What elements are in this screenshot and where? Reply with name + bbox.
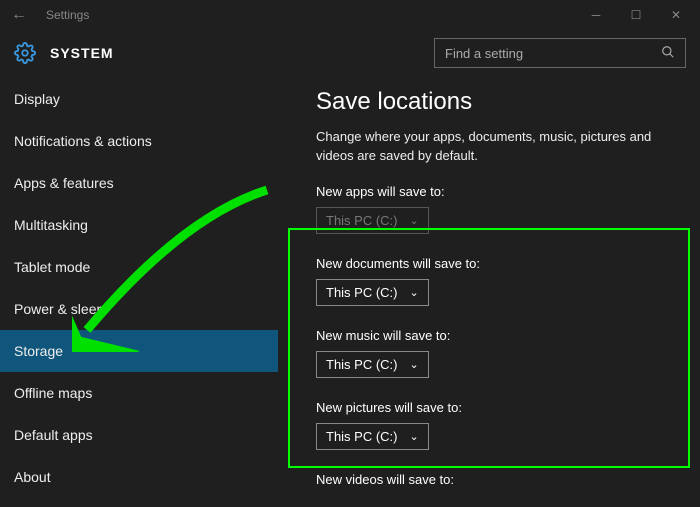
dropdown-documents[interactable]: This PC (C:) ⌄ <box>316 279 429 306</box>
sidebar-item-notifications[interactable]: Notifications & actions <box>0 120 278 162</box>
dropdown-music[interactable]: This PC (C:) ⌄ <box>316 351 429 378</box>
system-label: SYSTEM <box>50 45 114 61</box>
sidebar-item-default-apps[interactable]: Default apps <box>0 414 278 456</box>
chevron-down-icon: ⌄ <box>410 358 419 371</box>
window-controls: ─ ☐ ✕ <box>576 8 696 22</box>
page-description: Change where your apps, documents, music… <box>316 128 670 166</box>
content-pane: Save locations Change where your apps, d… <box>278 78 700 507</box>
search-placeholder: Find a setting <box>445 46 661 61</box>
sidebar-item-apps-features[interactable]: Apps & features <box>0 162 278 204</box>
sidebar-item-tablet-mode[interactable]: Tablet mode <box>0 246 278 288</box>
close-button[interactable]: ✕ <box>656 8 696 22</box>
page-title: Save locations <box>316 88 670 116</box>
sidebar: Display Notifications & actions Apps & f… <box>0 78 278 507</box>
minimize-button[interactable]: ─ <box>576 8 616 22</box>
dropdown-apps: This PC (C:) ⌄ <box>316 207 429 234</box>
search-icon <box>661 45 675 62</box>
dropdown-pictures[interactable]: This PC (C:) ⌄ <box>316 423 429 450</box>
sidebar-item-about[interactable]: About <box>0 456 278 498</box>
chevron-down-icon: ⌄ <box>410 286 419 299</box>
chevron-down-icon: ⌄ <box>410 430 419 443</box>
window-title: Settings <box>46 8 89 22</box>
setting-label-pictures: New pictures will save to: <box>316 400 670 415</box>
sidebar-item-storage[interactable]: Storage <box>0 330 278 372</box>
header: SYSTEM Find a setting <box>0 30 700 78</box>
setting-label-apps: New apps will save to: <box>316 184 670 199</box>
back-button[interactable]: ← <box>4 6 34 24</box>
chevron-down-icon: ⌄ <box>410 214 419 227</box>
sidebar-item-power-sleep[interactable]: Power & sleep <box>0 288 278 330</box>
setting-label-videos: New videos will save to: <box>316 472 670 487</box>
sidebar-item-offline-maps[interactable]: Offline maps <box>0 372 278 414</box>
titlebar: ← Settings ─ ☐ ✕ <box>0 0 700 30</box>
sidebar-item-multitasking[interactable]: Multitasking <box>0 204 278 246</box>
setting-label-documents: New documents will save to: <box>316 256 670 271</box>
maximize-button[interactable]: ☐ <box>616 8 656 22</box>
sidebar-item-display[interactable]: Display <box>0 78 278 120</box>
setting-label-music: New music will save to: <box>316 328 670 343</box>
gear-icon <box>14 42 36 64</box>
search-input[interactable]: Find a setting <box>434 38 686 68</box>
